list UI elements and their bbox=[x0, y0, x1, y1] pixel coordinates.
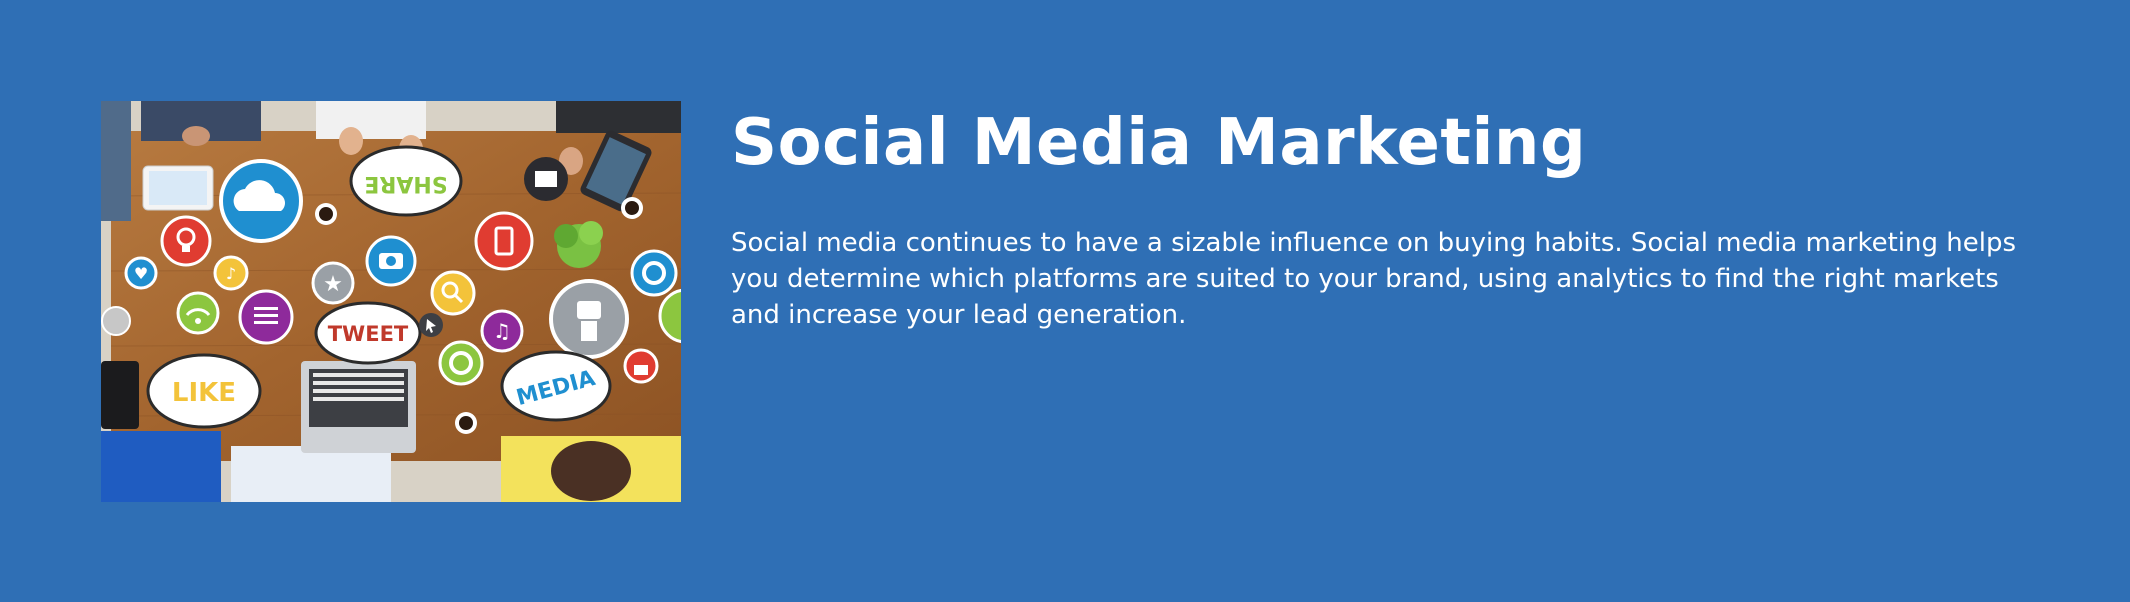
music-note-small-icon: ♪ bbox=[213, 255, 249, 291]
robot-icon bbox=[549, 279, 629, 359]
heart-icon: ♥ bbox=[124, 256, 158, 290]
svg-text:TWEET: TWEET bbox=[328, 322, 409, 346]
tweet-bubble: TWEET bbox=[314, 301, 422, 365]
camera-icon bbox=[365, 235, 417, 287]
download-icon bbox=[101, 306, 131, 336]
star-icon: ★ bbox=[311, 261, 355, 305]
lightbulb-icon bbox=[160, 215, 212, 267]
banner: SHARE ♥ ♪ ★ TWEET ♫ LIKE MEDIA Social Me… bbox=[1, 1, 2129, 601]
share-bubble: SHARE bbox=[349, 145, 463, 217]
cloud-icon bbox=[219, 159, 303, 243]
music-icon: ♫ bbox=[480, 309, 524, 353]
phone-icon bbox=[474, 211, 534, 271]
search-icon bbox=[430, 270, 476, 316]
folder-icon bbox=[524, 157, 568, 201]
svg-text:★: ★ bbox=[323, 272, 343, 297]
svg-text:♥: ♥ bbox=[134, 264, 148, 283]
list-icon bbox=[238, 289, 294, 345]
svg-text:♫: ♫ bbox=[493, 319, 511, 343]
svg-text:♪: ♪ bbox=[226, 264, 236, 283]
social-media-table-photo: SHARE ♥ ♪ ★ TWEET ♫ LIKE MEDIA bbox=[101, 101, 681, 502]
refresh-icon bbox=[630, 249, 678, 297]
wifi-icon bbox=[176, 291, 220, 335]
description-text: Social media continues to have a sizable… bbox=[731, 228, 2016, 330]
media-bubble: MEDIA bbox=[500, 350, 612, 422]
like-bubble: LIKE bbox=[146, 353, 262, 429]
cursor-icon bbox=[419, 313, 443, 337]
lock-icon bbox=[623, 348, 659, 384]
refresh-green-icon bbox=[438, 340, 484, 386]
svg-text:LIKE: LIKE bbox=[172, 378, 236, 408]
page-title: Social Media Marketing bbox=[731, 106, 1587, 180]
svg-text:SHARE: SHARE bbox=[364, 171, 447, 196]
